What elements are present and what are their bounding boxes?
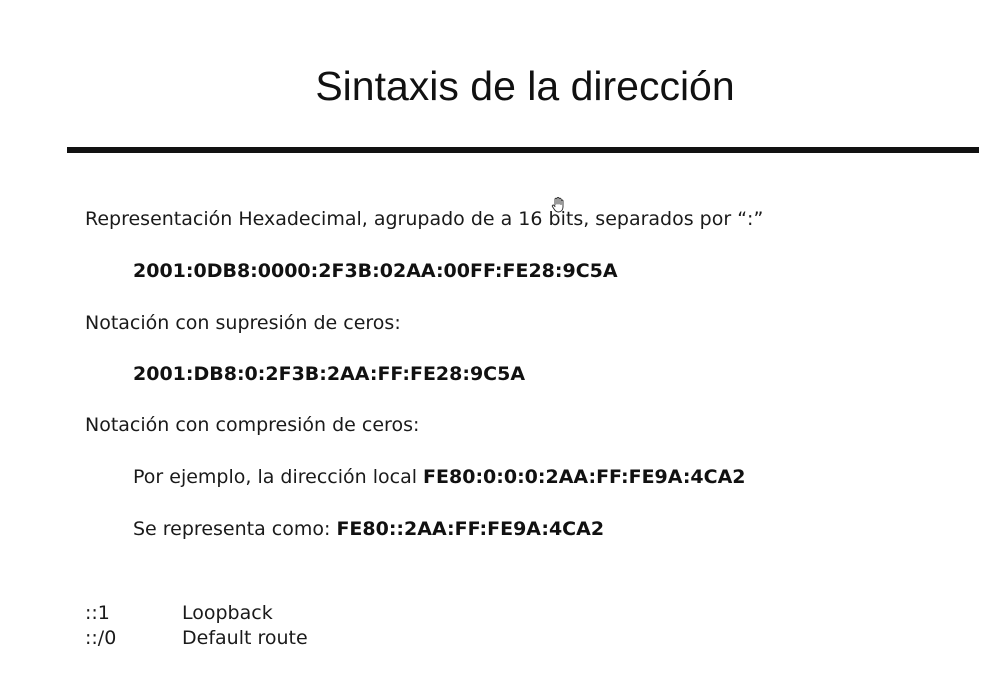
special-address-row: ::/0 Default route [85,626,308,650]
special-address-meaning: Default route [182,627,308,649]
special-address-code: ::1 [85,602,110,624]
represented-address: FE80::2AA:FF:FE9A:4CA2 [336,518,605,540]
represented-line: Se representa como: FE80::2AA:FF:FE9A:4C… [133,516,604,542]
example-line: Por ejemplo, la dirección local FE80:0:0… [133,464,746,490]
suppression-description: Notación con supresión de ceros: [85,312,401,334]
hand-pointer-icon [551,197,564,213]
example-address: FE80:0:0:0:2AA:FF:FE9A:4CA2 [423,466,746,488]
suppression-address: 2001:DB8:0:2F3B:2AA:FF:FE28:9C5A [133,363,526,385]
slide-title: Sintaxis de la dirección [315,63,735,109]
hex-description: Representación Hexadecimal, agrupado de … [85,208,764,230]
title-divider [67,147,979,153]
special-address-meaning: Loopback [182,602,273,624]
hex-address: 2001:0DB8:0000:2F3B:02AA:00FF:FE28:9C5A [133,260,618,282]
special-address-row: ::1 Loopback [85,601,273,625]
represented-prefix: Se representa como: [133,518,337,540]
example-prefix: Por ejemplo, la dirección local [133,466,424,488]
compression-description: Notación con compresión de ceros: [85,414,420,436]
special-address-code: ::/0 [85,627,117,649]
